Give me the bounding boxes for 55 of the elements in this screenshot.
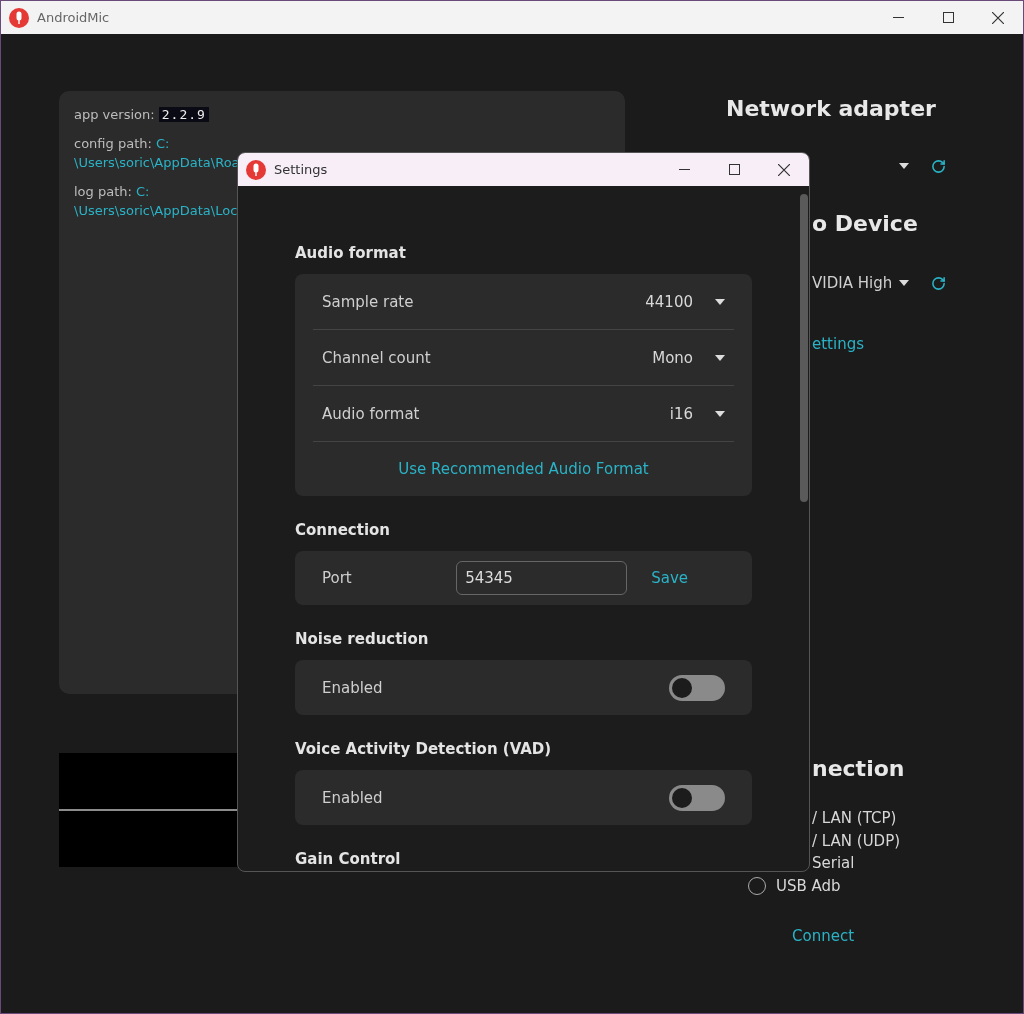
section-heading: Audio format: [295, 243, 407, 263]
setting-label: Sample rate: [322, 292, 415, 311]
section-heading: nection: [811, 755, 906, 783]
enable-toggle[interactable]: [669, 674, 725, 701]
window-title: Settings: [274, 162, 329, 177]
close-icon[interactable]: [992, 11, 1004, 24]
port-input-field[interactable]: 54345: [456, 561, 628, 595]
refresh-icon[interactable]: [931, 158, 946, 174]
value-dropdown[interactable]: 44100: [645, 292, 725, 311]
dropdown-caret-icon: [715, 298, 725, 305]
setting-label: Enabled: [322, 788, 384, 807]
scrollbar[interactable]: [800, 194, 808, 502]
setting-label: Audio format: [322, 404, 421, 423]
refresh-icon[interactable]: [931, 275, 946, 291]
setting-label: Channel count: [322, 348, 432, 367]
path-link[interactable]: C:: [156, 136, 170, 151]
setting-label: Port: [322, 569, 353, 587]
section-heading: o Device: [811, 210, 919, 238]
window-title: AndroidMic: [37, 10, 111, 25]
device-dropdown[interactable]: VIDIA High: [812, 274, 899, 292]
value-dropdown[interactable]: Mono: [652, 348, 725, 367]
connection-option[interactable]: Serial: [812, 854, 855, 873]
version-number: 2.2.9: [158, 107, 209, 122]
section-heading: Connection: [295, 520, 392, 540]
setting-label: Enabled: [322, 678, 384, 697]
path-link[interactable]: \Users\soric\AppData\Loc: [74, 203, 238, 218]
close-icon[interactable]: [778, 163, 790, 176]
dropdown-caret-icon: [715, 410, 725, 417]
info-label: app version:: [74, 107, 155, 122]
section-heading: Voice Activity Detection (VAD): [295, 739, 553, 759]
recommended-format-link[interactable]: Use Recommended Audio Format: [313, 442, 734, 496]
settings-link[interactable]: ettings: [812, 335, 864, 353]
minimize-icon[interactable]: [678, 169, 690, 170]
section-heading: Noise reduction: [295, 629, 430, 649]
path-link[interactable]: C:: [136, 184, 150, 199]
maximize-icon[interactable]: [942, 12, 954, 23]
connection-option[interactable]: / LAN (UDP): [812, 831, 901, 850]
minimize-icon[interactable]: [892, 17, 904, 18]
connection-option[interactable]: USB Adb: [776, 876, 841, 895]
section-heading: Network adapter: [726, 95, 937, 123]
maximize-icon[interactable]: [728, 164, 740, 175]
dropdown-caret-icon: [899, 163, 909, 169]
info-label: config path:: [74, 136, 152, 151]
dropdown-caret-icon: [715, 354, 725, 361]
microphone-logo-icon: [246, 159, 266, 180]
connection-option[interactable]: / LAN (TCP): [812, 809, 897, 828]
path-link[interactable]: \Users\soric\AppData\Roa: [74, 155, 240, 170]
microphone-logo-icon: [9, 7, 29, 28]
section-heading: Gain Control: [295, 849, 402, 869]
connect-button[interactable]: Connect: [792, 927, 855, 945]
save-button[interactable]: Save: [651, 569, 688, 587]
dropdown-caret-icon: [899, 280, 909, 286]
info-label: log path:: [74, 184, 132, 199]
enable-toggle[interactable]: [669, 784, 725, 811]
value-dropdown[interactable]: i16: [669, 404, 725, 423]
